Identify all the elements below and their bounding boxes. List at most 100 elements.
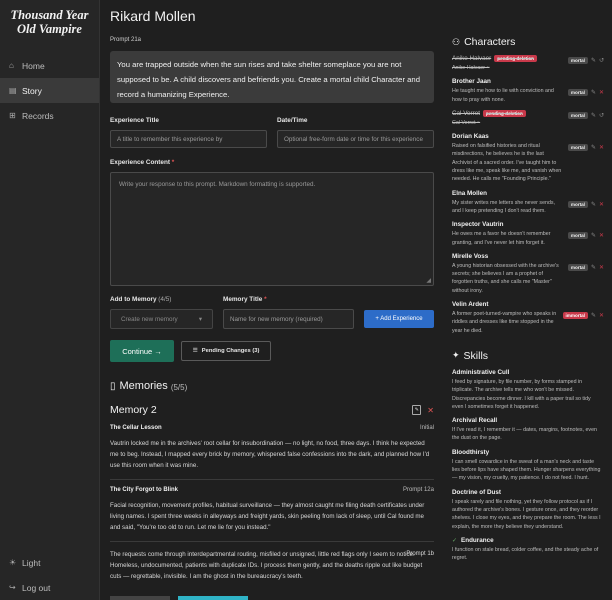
sidebar-bottom-nav: ☀ Light ↪ Log out [0,550,99,600]
delete-icon[interactable]: ✕ [599,89,604,96]
app-root: Thousand Year Old Vampire ⌂ Home ▤ Story ⊞ Re… [0,0,612,600]
character-item[interactable]: Dorian Kaas Raised on falsified histories… [452,133,604,183]
logout-icon: ↪ [9,583,16,592]
chevron-down-icon: ▾ [198,316,202,323]
skill-name: Bloodthirsty [452,449,604,456]
experience-content-textarea[interactable]: Write your response to this prompt. Mark… [110,172,434,286]
lightbulb-icon: ✦ [452,350,460,361]
resize-handle-icon[interactable]: ◢ [426,277,431,284]
character-tools: mortal ✎ ✕ [567,144,604,152]
undo-icon[interactable]: ↺ [599,57,604,64]
sidebar-item-story[interactable]: ▤ Story [0,78,99,103]
edit-icon[interactable]: ✎ [591,112,596,119]
add-experience-button[interactable]: + Add Experience [364,310,434,328]
pending-changes-button[interactable]: ☰ Pending Changes (3) [181,341,271,361]
delete-icon[interactable]: ✕ [599,201,604,208]
skill-item[interactable]: ✓ Endurance I function on stale bread, col… [452,537,604,563]
skills-heading-text: Skills [463,349,489,362]
character-description: He owes me a favor he doesn't remember g… [452,231,551,246]
delete-icon[interactable]: ✕ [599,312,604,319]
edit-icon[interactable]: ✎ [591,264,596,271]
character-item[interactable]: Mirelle Voss A young historian obsessed w… [452,253,604,295]
sidebar-item-label: Log out [22,582,51,593]
character-item[interactable]: Elna Mollen My sister writes me letters s… [452,190,604,216]
delete-icon[interactable]: ✕ [599,232,604,239]
experience-title-group: Experience Title A title to remember thi… [110,117,267,148]
delete-icon[interactable]: ✕ [599,264,604,271]
skill-name-text: Doctrine of Dust [452,488,501,496]
add-to-memory-label-text: Add to Memory [110,296,157,303]
people-icon: ⚇ [452,36,461,47]
character-item[interactable]: Velin Ardent A former poet-turned-vampire… [452,301,604,335]
right-panel: ⚇ Characters Anike Halvaer pending deleti… [444,0,612,600]
memory-select[interactable]: Create new memory ▾ [110,309,213,329]
character-name: Brother Jaan [452,78,604,85]
memory-row: Add to Memory (4/5) Create new memory ▾ M… [110,296,434,329]
memories-icon: ▯ [110,380,116,392]
skill-description: I feed by signature, by file number, by … [452,378,591,410]
sidebar-item-label: Records [22,110,54,121]
home-icon: ⌂ [9,61,14,70]
delete-icon[interactable]: ✕ [599,144,604,151]
memories-heading-text: Memories [119,380,168,392]
datetime-input[interactable]: Optional free-form date or time for this… [277,130,434,148]
next-memory-title [110,596,170,600]
character-type-badge: immortal [562,312,588,320]
undo-icon[interactable]: ↺ [599,112,604,119]
memories-count: (5/5) [170,382,188,392]
sun-icon: ☀ [9,558,17,567]
continue-button[interactable]: Continue → [110,340,174,362]
skill-name: Administrative Cull [452,369,604,376]
character-item[interactable]: Inspector Vautrin He owes me a favor he d… [452,221,604,247]
sidebar-item-home[interactable]: ⌂ Home [0,53,99,78]
content-group: Experience Content * Write your response… [110,159,434,286]
character-description: Cal Verret ~ [452,119,481,126]
pending-deletion-badge: pending deletion [483,109,526,117]
pending-changes-label: Pending Changes (3) [201,348,260,354]
experience-title-input[interactable]: A title to remember this experience by [110,130,267,148]
character-description: My sister writes me letters she never se… [452,199,556,214]
skill-item[interactable]: Bloodthirsty I can smell cowardice in the… [452,449,604,483]
sidebar-item-log-out[interactable]: ↪ Log out [0,575,99,600]
check-icon: ✓ [452,537,458,544]
skills-heading: ✦ Skills [452,349,604,363]
pending-deletion-badge: pending deletion [494,55,537,62]
experience-body: Facial recognition, movement profiles, h… [110,502,425,531]
delete-icon[interactable]: ✕ [427,406,434,415]
skill-item[interactable]: Administrative Cull I feed by signature, … [452,369,604,411]
memories-heading: ▯ Memories (5/5) [110,378,434,394]
next-memory-highlight [178,596,248,600]
character-name-text: Elna Mollen [452,189,487,197]
characters-list: Anike Halvaer pending deletion Anike Halva… [452,55,604,335]
sidebar-item-light[interactable]: ☀ Light [0,550,99,575]
skill-name: Doctrine of Dust [452,489,604,496]
memory-title-input[interactable]: Name for new memory (required) [223,309,354,329]
edit-icon[interactable]: ✎ [591,89,596,96]
edit-icon[interactable]: ✎ [591,57,596,64]
experience-body: Vautrin locked me in the archives' root … [110,440,430,469]
experience-header: The City Forgot to Blink Prompt 12a [110,487,434,493]
character-item[interactable]: Anike Halvaer pending deletion Anike Halva… [452,55,604,72]
edit-icon[interactable]: ✎ [591,201,596,208]
sidebar: Thousand Year Old Vampire ⌂ Home ▤ Story ⊞ Re… [0,0,100,600]
character-tools: mortal ✎ ✕ [567,200,604,208]
content-label: Experience Content * [110,159,434,166]
edit-icon[interactable]: ✎ [412,405,422,415]
add-to-memory-label: Add to Memory (4/5) [110,296,213,303]
character-item[interactable]: Brother Jaan He taught me how to lie with… [452,78,604,104]
edit-icon[interactable]: ✎ [591,144,596,151]
skill-item[interactable]: Archival Recall If I've read it, I rememb… [452,417,604,443]
characters-heading: ⚇ Characters [452,35,604,49]
character-name: Velin Ardent [452,301,604,308]
edit-icon[interactable]: ✎ [591,312,596,319]
sidebar-item-records[interactable]: ⊞ Records [0,103,99,128]
character-name-text: Inspector Vautrin [452,221,504,229]
datetime-group: Date/Time Optional free-form date or tim… [277,117,434,148]
character-tools: immortal ✎ ✕ [562,312,604,320]
character-item[interactable]: Cal Verret pending deletion Cal Verret ~ mo… [452,109,604,127]
edit-icon[interactable]: ✎ [591,232,596,239]
character-name-text: Cal Verret [452,109,480,117]
skill-item[interactable]: Doctrine of Dust I speak rarely and file … [452,489,604,531]
experience-title-label: Experience Title [110,117,159,124]
character-name: Elna Mollen [452,190,604,197]
